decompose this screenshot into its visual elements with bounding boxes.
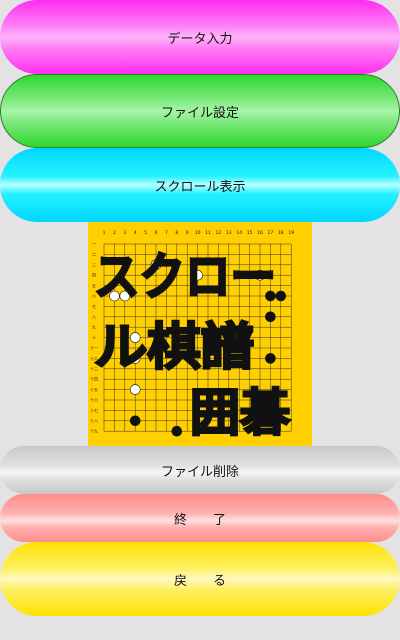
- black-stone: [275, 290, 287, 302]
- column-label: 6: [155, 230, 158, 236]
- column-label: 8: [175, 230, 178, 236]
- scroll-display-button[interactable]: スクロール表示: [0, 148, 400, 222]
- column-label: 17: [268, 230, 274, 236]
- column-label: 3: [123, 230, 126, 236]
- black-stone: [265, 353, 276, 364]
- banner-title-line1: スクロー: [94, 248, 276, 306]
- exit-label: 終 了: [173, 512, 226, 528]
- column-label: 18: [278, 230, 284, 236]
- column-label: 13: [226, 230, 232, 236]
- black-stone: [171, 425, 183, 437]
- column-label: 12: [216, 230, 222, 236]
- go-board-column-labels: 1 2 3 4 5 6 7 8 9 10 11 12 13 14 15 16 17 18 19: [103, 230, 295, 236]
- data-input-button[interactable]: データ入力: [0, 0, 400, 74]
- column-label: 19: [288, 230, 294, 236]
- data-input-label: データ入力: [167, 31, 233, 47]
- row-label: 十四: [90, 376, 98, 382]
- row-label: 十八: [90, 417, 98, 423]
- go-board-logo: 1 2 3 4 5 6 7 8 9 10 11 12 13 14 15 16 17 18 19 一二三四五六七八九十…: [90, 230, 295, 443]
- back-button[interactable]: 戻 る: [0, 542, 400, 616]
- column-label: 2: [113, 230, 116, 236]
- row-label: 一: [92, 242, 96, 247]
- exit-button[interactable]: 終 了: [0, 494, 400, 542]
- white-stone: [129, 384, 141, 395]
- banner-title-line3: 囲碁: [190, 384, 290, 442]
- file-delete-label: ファイル削除: [160, 464, 239, 480]
- black-stone: [265, 311, 276, 323]
- scroll-display-label: スクロール表示: [154, 179, 246, 195]
- column-label: 11: [205, 230, 211, 236]
- column-label: 10: [195, 230, 201, 236]
- row-label: 十七: [90, 407, 98, 413]
- column-label: 5: [144, 230, 147, 236]
- file-delete-button[interactable]: ファイル削除: [0, 446, 400, 494]
- column-label: 15: [247, 230, 253, 236]
- column-label: 7: [165, 230, 168, 236]
- column-label: 4: [134, 230, 137, 236]
- row-label: 十九: [90, 428, 98, 434]
- scroll-kifu-go-banner: 1 2 3 4 5 6 7 8 9 10 11 12 13 14 15 16 17 18 19 一二三四五六七八九十…: [88, 222, 312, 446]
- column-label: 16: [257, 230, 263, 236]
- file-settings-label: ファイル設定: [160, 105, 239, 121]
- file-settings-button[interactable]: ファイル設定: [0, 74, 400, 148]
- back-label: 戻 る: [173, 573, 226, 589]
- column-label: 9: [186, 230, 189, 236]
- row-label: 十六: [90, 397, 98, 403]
- row-label: 十五: [90, 386, 98, 392]
- column-label: 14: [236, 230, 242, 236]
- black-stone: [129, 415, 141, 427]
- banner-title-line2: ル棋譜: [94, 318, 254, 376]
- column-label: 1: [103, 230, 106, 236]
